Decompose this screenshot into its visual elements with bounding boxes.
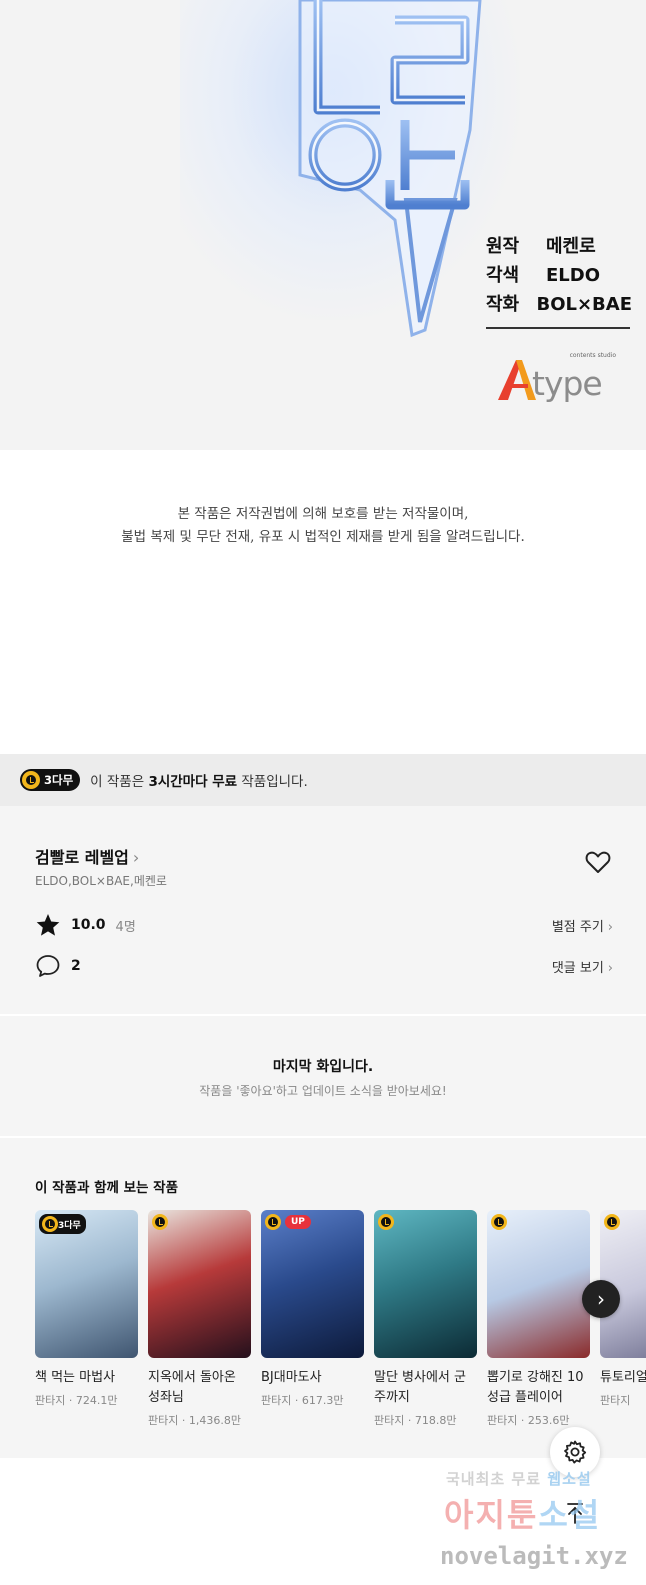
carousel-next-button[interactable]: › bbox=[582, 1280, 620, 1318]
reco-cover bbox=[374, 1210, 477, 1358]
scroll-to-top-button[interactable] bbox=[550, 1488, 600, 1538]
comment-row: 2 댓글 보기 › bbox=[35, 951, 613, 981]
reco-title: 뽑기로 강해진 10성급 플레이어 bbox=[487, 1370, 584, 1405]
watermark-text: 아지툰 bbox=[444, 1496, 539, 1534]
reco-card[interactable]: UP BJ대마도사 판타지 · 617.3만 bbox=[261, 1210, 364, 1428]
free-every-3h-banner: 3다무 이 작품은 3시간마다 무료 작품입니다. bbox=[0, 754, 646, 806]
clock-icon bbox=[491, 1214, 507, 1230]
logo-tagline: contents studio bbox=[569, 352, 616, 359]
credit-original: 원작 메켄로 bbox=[486, 232, 632, 261]
series-title: 검빨로 레벨업 bbox=[35, 848, 129, 867]
site-watermark: 국내최초 무료 웹소설 아지툰소설 novelagit.xyz bbox=[440, 1468, 640, 1580]
series-title-link[interactable]: 검빨로 레벨업 › bbox=[35, 844, 139, 868]
reco-cover: UP bbox=[261, 1210, 364, 1358]
reco-title: BJ대마도사 bbox=[261, 1370, 322, 1385]
badge-label: 3다무 bbox=[44, 773, 74, 787]
gear-icon bbox=[564, 1440, 587, 1464]
comment-bubble-icon bbox=[36, 955, 60, 977]
atype-logo: contents studio type bbox=[494, 352, 624, 404]
reco-cover bbox=[148, 1210, 251, 1358]
clock-icon bbox=[152, 1214, 168, 1230]
free-text-suffix: 작품입니다. bbox=[237, 774, 308, 790]
chevron-right-icon: › bbox=[597, 1287, 605, 1311]
recommendations-heading: 이 작품과 함께 보는 작품 bbox=[35, 1180, 178, 1196]
reco-badge bbox=[152, 1214, 168, 1230]
reco-cover: 3다무 bbox=[35, 1210, 138, 1358]
reco-card[interactable]: 3다무 책 먹는 마법사 판타지 · 724.1만 bbox=[35, 1210, 138, 1428]
credits-divider bbox=[486, 327, 630, 329]
clock-icon bbox=[22, 771, 40, 789]
settings-button[interactable] bbox=[550, 1427, 600, 1477]
star-icon bbox=[36, 914, 60, 936]
credit-role: 각색 bbox=[486, 265, 520, 286]
free-banner-text: 이 작품은 3시간마다 무료 작품입니다. bbox=[90, 770, 308, 790]
reco-title: 튜토리얼 어 bbox=[600, 1370, 646, 1385]
heart-icon[interactable] bbox=[584, 848, 612, 876]
up-badge: UP bbox=[285, 1215, 311, 1229]
reco-card[interactable]: 지옥에서 돌아온 성좌님 판타지 · 1,436.8만 bbox=[148, 1210, 251, 1428]
free-3h-badge: 3다무 bbox=[20, 769, 81, 791]
reco-meta: 판타지 · 253.6만 bbox=[487, 1414, 570, 1427]
reco-meta: 판타지 · 617.3만 bbox=[261, 1394, 344, 1407]
notice-line-1: 본 작품은 저작권법에 의해 보호를 받는 저작물이며, bbox=[177, 506, 469, 522]
arrow-up-icon bbox=[567, 1503, 583, 1524]
credit-name: BOL×BAE bbox=[536, 294, 632, 315]
badge-label: 3다무 bbox=[58, 1220, 81, 1231]
notice-line-2: 불법 복제 및 무단 전재, 유포 시 법적인 제재를 받게 됨을 알려드립니다… bbox=[121, 529, 525, 545]
reco-meta: 판타지 · 1,436.8만 bbox=[148, 1414, 241, 1427]
comic-final-panel: 원작 메켄로 각색 ELDO 작화 BOL×BAE contents studi… bbox=[0, 0, 646, 450]
comment-count: 2 bbox=[71, 958, 81, 974]
reco-meta: 판타지 bbox=[600, 1394, 631, 1407]
reco-badge: 3다무 bbox=[39, 1214, 86, 1234]
logo-wordmark: type bbox=[532, 364, 603, 403]
clock-icon bbox=[42, 1216, 58, 1232]
last-episode-subtitle: 작품을 '좋아요'하고 업데이트 소식을 받아보세요! bbox=[199, 1084, 447, 1098]
free-text-prefix: 이 작품은 bbox=[90, 774, 149, 790]
chevron-right-icon: › bbox=[607, 919, 613, 935]
clock-icon bbox=[265, 1214, 281, 1230]
credit-role: 원작 bbox=[486, 236, 520, 257]
series-authors: ELDO,BOL×BAE,메켄로 bbox=[35, 874, 167, 888]
credit-role: 작화 bbox=[486, 294, 520, 315]
copyright-notice: 본 작품은 저작권법에 의해 보호를 받는 저작물이며, 불법 복제 및 무단 … bbox=[0, 450, 646, 754]
rating-row: 10.0 4명 별점 주기 › bbox=[35, 910, 613, 940]
reco-badge bbox=[604, 1214, 620, 1230]
last-episode-title: 마지막 화입니다. bbox=[272, 1059, 374, 1075]
free-3h-badge: 3다무 bbox=[39, 1214, 86, 1234]
rating-count: 4명 bbox=[115, 919, 136, 935]
credits-block: 원작 메켄로 각색 ELDO 작화 BOL×BAE bbox=[486, 232, 632, 319]
reco-title: 책 먹는 마법사 bbox=[35, 1370, 116, 1385]
clock-icon bbox=[378, 1214, 394, 1230]
clock-icon bbox=[604, 1214, 620, 1230]
credit-name: ELDO bbox=[546, 265, 601, 286]
reco-card[interactable]: 뽑기로 강해진 10성급 플레이어 판타지 · 253.6만 bbox=[487, 1210, 590, 1428]
watermark-text: 국내최초 무료 bbox=[446, 1470, 542, 1488]
reco-title: 지옥에서 돌아온 성좌님 bbox=[148, 1370, 236, 1405]
credit-adaptation: 각색 ELDO bbox=[486, 261, 632, 290]
view-comments-button[interactable]: 댓글 보기 › bbox=[552, 957, 613, 976]
reco-cover bbox=[487, 1210, 590, 1358]
reco-meta: 판타지 · 718.8만 bbox=[374, 1414, 457, 1427]
reco-card[interactable]: 말단 병사에서 군주까지 판타지 · 718.8만 bbox=[374, 1210, 477, 1428]
reco-badge bbox=[491, 1214, 507, 1230]
series-info: 검빨로 레벨업 › ELDO,BOL×BAE,메켄로 10.0 4명 별점 주기 ›… bbox=[0, 806, 646, 1014]
reco-meta: 판타지 · 724.1만 bbox=[35, 1394, 118, 1407]
reco-badge: UP bbox=[265, 1214, 311, 1230]
reco-card[interactable]: 튜토리얼 어 판타지 bbox=[600, 1210, 646, 1428]
recommendations-carousel: 3다무 책 먹는 마법사 판타지 · 724.1만 지옥에서 돌아온 성좌님 판… bbox=[35, 1210, 646, 1428]
rating-value: 10.0 bbox=[71, 917, 106, 933]
recommendations-section: 이 작품과 함께 보는 작품 3다무 책 먹는 마법사 판타지 · 724.1만… bbox=[0, 1138, 646, 1458]
credit-name: 메켄로 bbox=[546, 236, 596, 257]
watermark-url: novelagit.xyz bbox=[440, 1542, 628, 1570]
reco-badge bbox=[378, 1214, 394, 1230]
last-episode-notice: 마지막 화입니다. 작품을 '좋아요'하고 업데이트 소식을 받아보세요! bbox=[0, 1016, 646, 1136]
credit-art: 작화 BOL×BAE bbox=[486, 290, 632, 319]
chevron-right-icon: › bbox=[607, 960, 613, 976]
free-text-bold: 3시간마다 무료 bbox=[148, 774, 238, 790]
reco-title: 말단 병사에서 군주까지 bbox=[374, 1370, 466, 1405]
rate-button[interactable]: 별점 주기 › bbox=[552, 916, 613, 935]
rate-label: 별점 주기 bbox=[551, 919, 604, 935]
chevron-right-icon: › bbox=[132, 848, 140, 867]
view-comments-label: 댓글 보기 bbox=[551, 960, 604, 976]
